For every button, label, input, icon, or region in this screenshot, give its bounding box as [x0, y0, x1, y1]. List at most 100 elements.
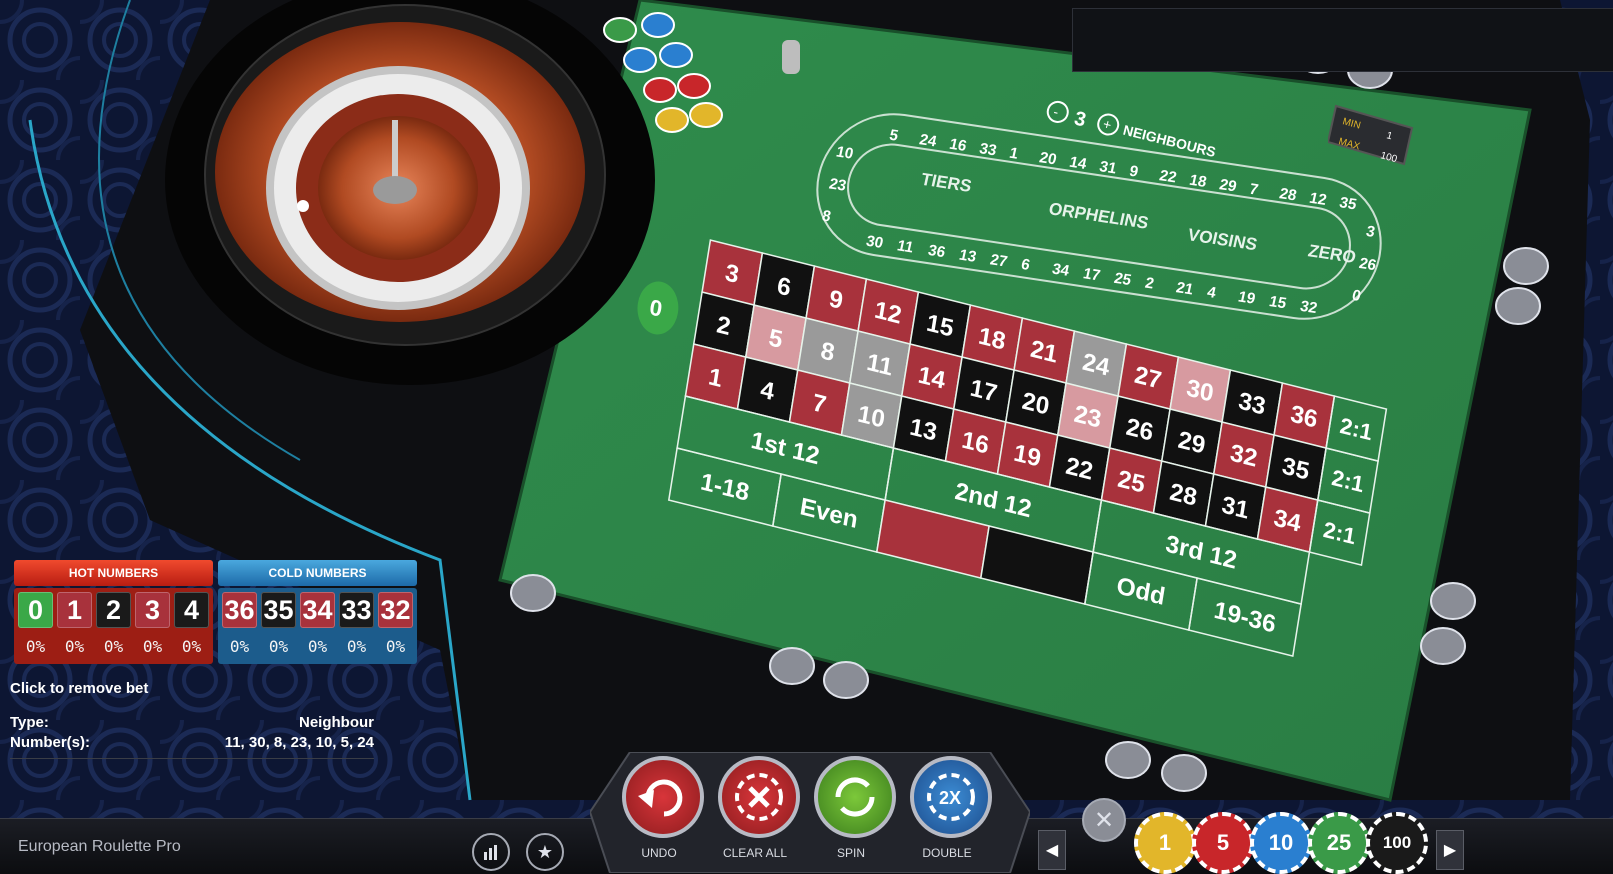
racetrack-number[interactable]: 14: [1068, 154, 1089, 173]
racetrack-number[interactable]: 11: [895, 237, 915, 256]
double-button[interactable]: 2X: [910, 756, 992, 838]
outside-bet[interactable]: [979, 525, 1094, 605]
hot-percent: 0%: [142, 636, 163, 656]
racetrack-number[interactable]: 30: [864, 233, 884, 252]
racetrack-number[interactable]: 2: [1143, 275, 1155, 293]
outside-bet-label: 1-18: [699, 468, 751, 506]
clear-all-label: CLEAR ALL: [722, 846, 788, 860]
dozen-bet-label: 2nd 12: [953, 478, 1033, 523]
racetrack-number[interactable]: 26: [1357, 255, 1377, 274]
racetrack-number[interactable]: 4: [1205, 284, 1218, 302]
chevron-right-icon[interactable]: ▶: [1436, 830, 1464, 870]
racetrack-number[interactable]: 29: [1218, 176, 1238, 195]
racetrack-number[interactable]: 9: [1128, 163, 1140, 181]
cold-percent: 0%: [307, 636, 328, 656]
neighbours-minus-label: -: [1052, 103, 1061, 120]
racetrack-number[interactable]: 7: [1248, 181, 1260, 199]
racetrack-number[interactable]: 19: [1236, 289, 1256, 308]
undo-label: UNDO: [641, 846, 677, 860]
hot-number-3: 3: [135, 592, 170, 628]
racetrack-number[interactable]: 24: [918, 131, 939, 150]
cold-number-34: 34: [300, 592, 335, 628]
cold-percent: 0%: [229, 636, 250, 656]
hot-percent: 0%: [103, 636, 124, 656]
racetrack-number[interactable]: 23: [827, 176, 847, 195]
clear-all-button[interactable]: [718, 756, 800, 838]
hot-number-1: 1: [57, 592, 92, 628]
cold-number-36: 36: [222, 592, 257, 628]
spin-button[interactable]: [814, 756, 896, 838]
racetrack-number[interactable]: 12: [1308, 190, 1328, 209]
dozen-bet-label: 3rd 12: [1164, 531, 1239, 575]
cold-numbers-title: COLD NUMBERS: [218, 560, 417, 586]
racetrack-number[interactable]: 10: [835, 144, 855, 163]
bar-chart-icon[interactable]: [472, 833, 510, 871]
hot-percent: 0%: [181, 636, 202, 656]
racetrack-number[interactable]: 1: [1008, 145, 1021, 163]
hot-number-2: 2: [96, 592, 131, 628]
racetrack-voisins[interactable]: VOISINS: [1186, 224, 1259, 254]
racetrack-orphelins[interactable]: ORPHELINS: [1047, 198, 1150, 233]
outside-bet-label: Even: [798, 493, 860, 534]
bet-type-label: Type:: [10, 714, 49, 731]
bet-type-row: Type: Neighbour: [10, 714, 374, 734]
racetrack-number[interactable]: 31: [1098, 158, 1119, 177]
racetrack-number[interactable]: 16: [948, 136, 968, 155]
racetrack-number[interactable]: 5: [888, 127, 901, 145]
column-bet-label: 2:1: [1338, 413, 1374, 445]
star-icon[interactable]: ★: [526, 833, 564, 871]
racetrack-number[interactable]: 21: [1174, 279, 1195, 298]
cold-percent: 0%: [385, 636, 406, 656]
undo-button[interactable]: [622, 756, 704, 838]
cold-number-33: 33: [339, 592, 374, 628]
neighbours-count: 3: [1072, 108, 1088, 132]
dozen-bet-label: 1st 12: [749, 427, 821, 470]
chip-100[interactable]: 100: [1366, 812, 1428, 874]
racetrack-number[interactable]: 13: [957, 247, 977, 266]
racetrack-number[interactable]: 17: [1081, 265, 1101, 284]
racetrack-number[interactable]: 36: [926, 242, 946, 261]
racetrack-number[interactable]: 27: [988, 251, 1008, 270]
racetrack-number[interactable]: 35: [1338, 194, 1359, 213]
chevron-left-icon[interactable]: ◀: [1038, 830, 1066, 870]
racetrack-tiers[interactable]: TIERS: [919, 169, 973, 196]
number-grid: 03 6 9 12 15 18 21 24 27 30 33 36 2:12 5 8 11 14 17 20 23 26…: [637, 239, 1388, 657]
racetrack-number[interactable]: 34: [1050, 261, 1071, 280]
cold-number-32: 32: [378, 592, 413, 628]
cold-percent: 0%: [268, 636, 289, 656]
chip-5[interactable]: 5: [1192, 812, 1254, 874]
cold-number-35: 35: [261, 592, 296, 628]
racetrack-number[interactable]: 20: [1038, 149, 1058, 168]
bet-hint: Click to remove bet: [10, 680, 149, 697]
hot-numbers-title: HOT NUMBERS: [14, 560, 213, 586]
racetrack-number[interactable]: 15: [1267, 293, 1288, 312]
racetrack-number[interactable]: 3: [1365, 223, 1377, 241]
racetrack-number[interactable]: 8: [820, 208, 833, 226]
spin-label: SPIN: [836, 846, 865, 860]
chip-25[interactable]: 25: [1308, 812, 1370, 874]
bet-numbers-value: 11, 30, 8, 23, 10, 5, 24: [224, 734, 374, 751]
close-icon[interactable]: ✕: [1082, 798, 1126, 842]
hot-number-0: 0: [18, 592, 53, 628]
racetrack-number[interactable]: 25: [1112, 270, 1133, 289]
racetrack-number[interactable]: 32: [1298, 298, 1318, 317]
column-bet-label: 2:1: [1322, 517, 1358, 549]
bet-type-value: Neighbour: [299, 714, 374, 731]
game-controls: 2X UNDO CLEAR ALL SPIN DOUBLE: [590, 752, 1030, 873]
hot-numbers-row: 0 0% 1 0% 2 0% 3 0% 4 0%: [14, 588, 213, 664]
double-icon: 2X: [939, 788, 961, 808]
hot-percent: 0%: [25, 636, 46, 656]
cold-percent: 0%: [346, 636, 367, 656]
racetrack-number[interactable]: 22: [1158, 167, 1178, 186]
cold-numbers-row: 36 0% 35 0% 34 0% 33 0% 32 0%: [218, 588, 417, 664]
outside-bet-label: Odd: [1115, 572, 1167, 610]
chip-10[interactable]: 10: [1250, 812, 1312, 874]
chip-1[interactable]: 1: [1134, 812, 1196, 874]
racetrack-number[interactable]: 33: [978, 140, 998, 159]
racetrack-number[interactable]: 18: [1188, 172, 1209, 191]
racetrack-number[interactable]: 0: [1350, 287, 1362, 305]
outside-bet-label: 19-36: [1212, 597, 1278, 639]
outside-bet[interactable]: [875, 499, 990, 579]
racetrack-number[interactable]: 28: [1278, 185, 1299, 204]
racetrack-number[interactable]: 6: [1019, 256, 1031, 274]
